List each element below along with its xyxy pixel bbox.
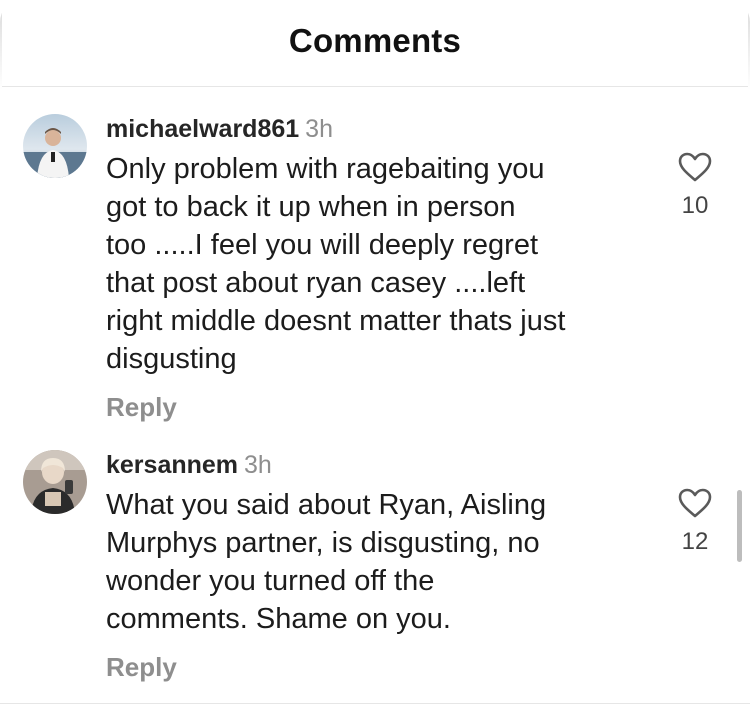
like-button[interactable]: 10 [670, 152, 720, 220]
comments-sheet: Comments michaelward861 3h Only problem … [0, 0, 750, 716]
comment-text-line: disgusting [106, 343, 237, 375]
username[interactable]: kersannem [106, 451, 238, 479]
comments-header: Comments [0, 0, 750, 87]
comment-text-line: Murphys partner, is disgusting, no [106, 527, 540, 559]
like-count: 12 [681, 528, 709, 555]
comment-text-line: wonder you turned off the [106, 565, 435, 597]
comment-text-line: right middle doesnt matter thats just [106, 305, 566, 337]
comment-meta: kersannem 3h [106, 450, 646, 480]
comment-text-line: Only problem with ragebaiting you [106, 153, 545, 185]
page-title: Comments [288, 22, 462, 59]
avatar[interactable] [23, 450, 87, 514]
comment-text: Only problem with ragebaiting you got to… [106, 150, 646, 378]
username[interactable]: michaelward861 [106, 115, 299, 143]
reply-button[interactable]: Reply [106, 392, 177, 423]
comment-text-line: What you said about Ryan, Aisling [106, 489, 547, 521]
comment-text-line: too .....I feel you will deeply regret [106, 229, 538, 261]
reply-button[interactable]: Reply [106, 652, 177, 683]
like-button[interactable]: 12 [670, 488, 720, 556]
timestamp: 3h [305, 115, 333, 143]
heart-icon [678, 488, 712, 518]
heart-icon [678, 152, 712, 182]
comment-text-line: comments. Shame on you. [106, 603, 451, 635]
avatar-photo-icon [23, 450, 87, 514]
comment-text-line: got to back it up when in person [106, 191, 516, 223]
comment-text-line: that post about ryan casey ....left [106, 267, 526, 299]
comment-meta: michaelward861 3h [106, 114, 646, 144]
divider [0, 703, 750, 704]
avatar[interactable] [23, 114, 87, 178]
sheet-edge-left [0, 0, 2, 90]
scrollbar[interactable] [737, 490, 742, 562]
like-count: 10 [681, 192, 709, 219]
timestamp: 3h [244, 451, 272, 479]
comment-text: What you said about Ryan, Aisling Murphy… [106, 486, 646, 638]
avatar-photo-icon [23, 114, 87, 178]
